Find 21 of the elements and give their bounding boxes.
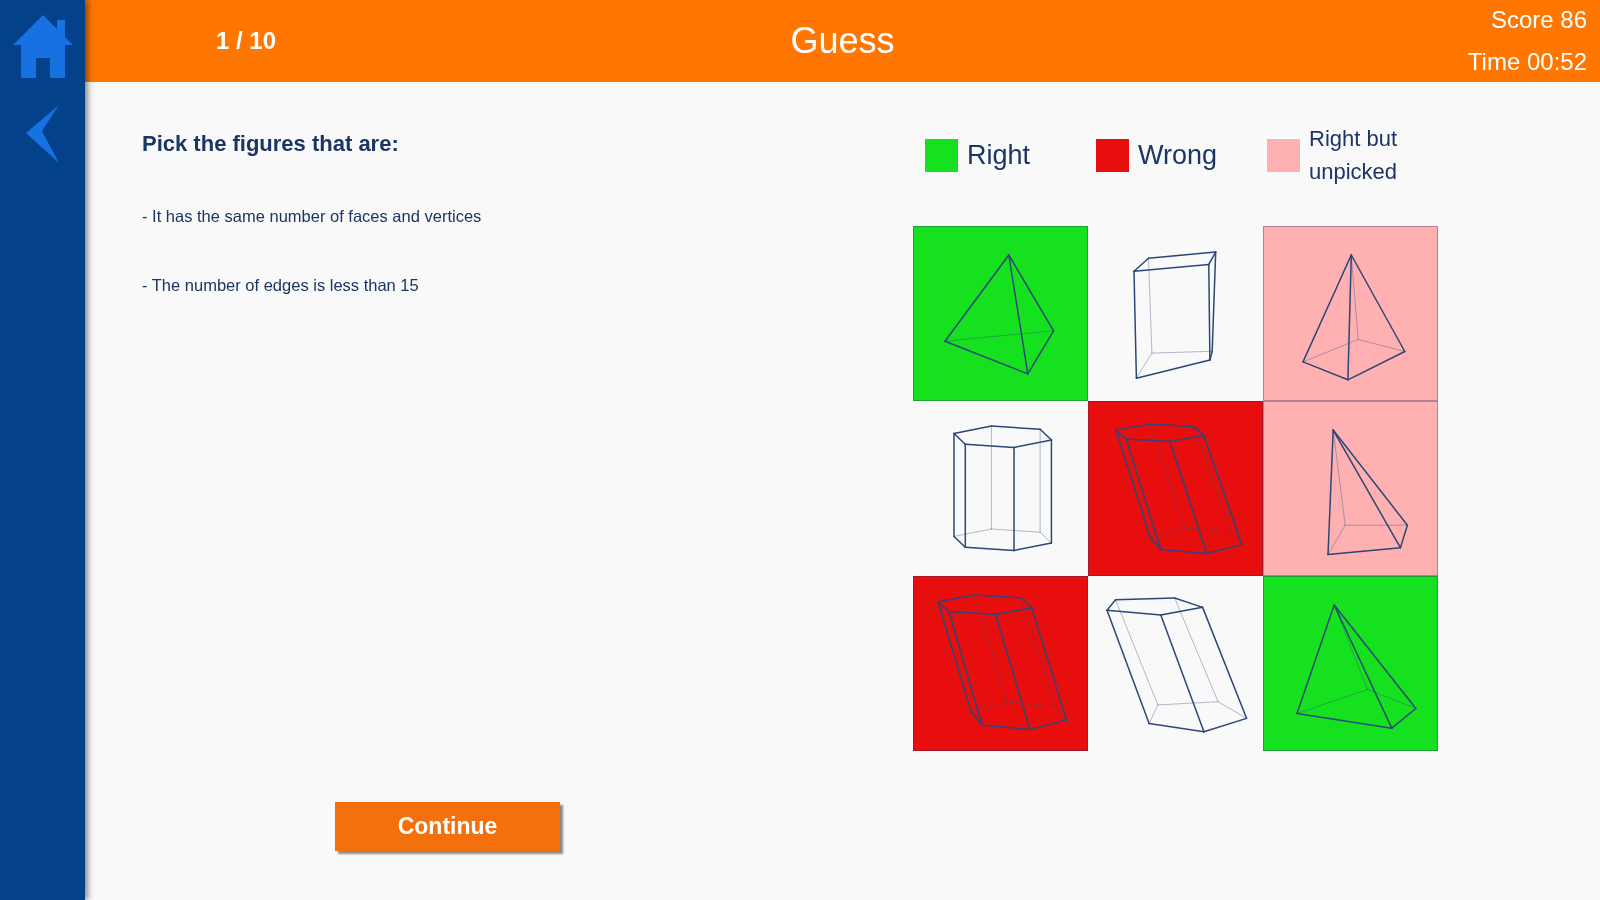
timer-text: Time 00:52 — [1467, 47, 1587, 77]
legend-label: Wrong — [1138, 138, 1218, 172]
figure-tile[interactable] — [913, 576, 1088, 751]
criterion-text: - The number of edges is less than 15 — [142, 275, 420, 295]
screen-title: Guess — [790, 20, 895, 62]
task-heading: Pick the figures that are: — [142, 131, 399, 157]
figure-tile[interactable] — [913, 226, 1088, 401]
back-button[interactable] — [26, 105, 59, 163]
home-button[interactable] — [12, 15, 73, 78]
continue-button[interactable]: Continue — [335, 802, 560, 851]
question-counter: 1 / 10 — [216, 27, 277, 55]
legend-label: Right — [967, 138, 1031, 172]
figure-tile[interactable] — [1263, 226, 1438, 401]
figure-tile[interactable] — [1263, 401, 1438, 576]
home-icon — [12, 15, 73, 78]
back-arrow-icon — [26, 105, 59, 163]
criterion-text: - It has the same number of faces and vertices — [142, 206, 482, 226]
score-text: Score 86 — [1490, 5, 1587, 35]
figure-tile[interactable] — [1088, 401, 1263, 576]
figure-tile[interactable] — [1263, 576, 1438, 751]
legend-label: Right but unpicked — [1309, 125, 1399, 186]
